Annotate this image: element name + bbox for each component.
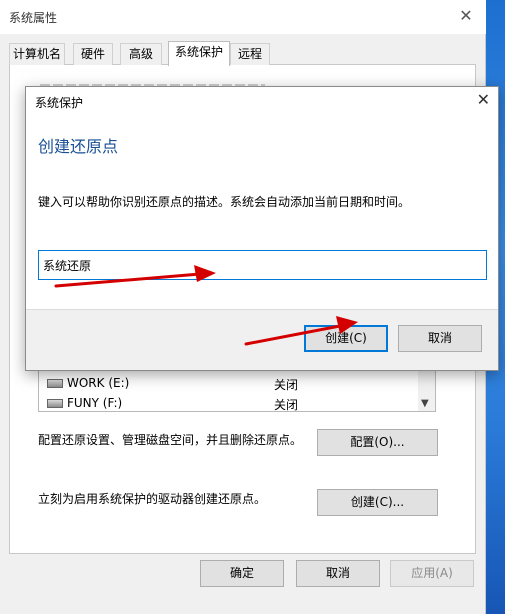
drive-list[interactable]: WORK (E:) 关闭 FUNY (F:) 关闭 ▼ [38, 370, 436, 412]
dialog-create-button[interactable]: 创建(C) [304, 325, 388, 352]
drive-protection-status: 关闭 [274, 378, 299, 392]
title-bar: 系统属性 ✕ [0, 0, 486, 34]
configure-button[interactable]: 配置(O)... [317, 429, 438, 456]
dialog-instructions: 键入可以帮助你识别还原点的描述。系统会自动添加当前日期和时间。 [38, 195, 411, 209]
hard-drive-icon [47, 399, 63, 408]
tab-advanced[interactable]: 高级 [120, 43, 162, 65]
window-title: 系统属性 [9, 11, 58, 25]
tab-remote[interactable]: 远程 [230, 43, 270, 65]
dialog-footer: 创建(C) 取消 [26, 309, 498, 370]
tab-hardware[interactable]: 硬件 [73, 43, 113, 65]
create-restore-point-dialog: 系统保护 ✕ 创建还原点 键入可以帮助你识别还原点的描述。系统会自动添加当前日期… [25, 86, 499, 371]
drive-protection-status: 关闭 [274, 398, 299, 412]
close-icon[interactable]: ✕ [477, 90, 490, 109]
create-description: 立刻为启用系统保护的驱动器创建还原点。 [38, 492, 267, 506]
hard-drive-icon [47, 379, 63, 388]
dialog-title: 系统保护 [35, 96, 84, 110]
drive-name: FUNY (F:) [67, 396, 123, 410]
apply-button[interactable]: 应用(A) [390, 560, 474, 587]
create-button[interactable]: 创建(C)... [317, 489, 438, 516]
restore-point-name-input[interactable] [38, 250, 487, 280]
dialog-cancel-button[interactable]: 取消 [398, 325, 482, 352]
list-item[interactable]: WORK (E:) 关闭 [39, 373, 419, 393]
configure-description: 配置还原设置、管理磁盘空间，并且删除还原点。 [38, 433, 303, 447]
chevron-down-icon[interactable]: ▼ [421, 398, 429, 409]
close-icon[interactable]: ✕ [455, 5, 477, 27]
drive-name: WORK (E:) [67, 376, 130, 390]
cancel-button[interactable]: 取消 [296, 560, 380, 587]
list-scrollbar[interactable]: ▼ [418, 371, 435, 411]
tab-system-protection[interactable]: 系统保护 [168, 41, 230, 66]
ok-button[interactable]: 确定 [200, 560, 284, 587]
list-item[interactable]: FUNY (F:) 关闭 [39, 393, 419, 413]
dialog-heading: 创建还原点 [38, 137, 119, 156]
tab-computer-name[interactable]: 计算机名 [9, 43, 65, 65]
